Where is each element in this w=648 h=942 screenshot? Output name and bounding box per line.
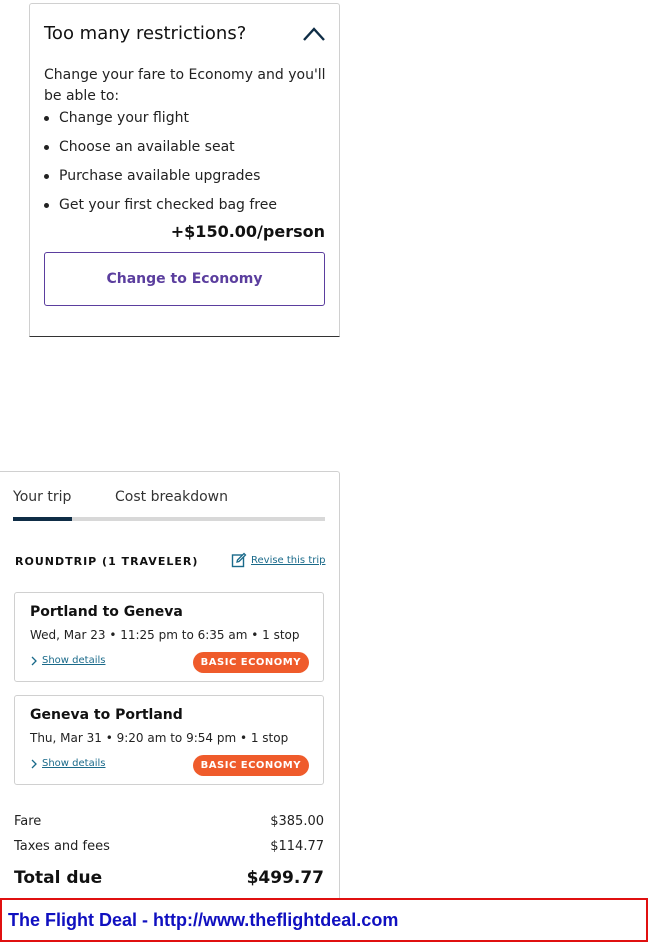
tab-active-indicator <box>13 517 72 521</box>
list-item: Get your first checked bag free <box>44 195 334 224</box>
fare-label: Fare <box>14 814 42 829</box>
flight-card-outbound: Portland to Geneva Wed, Mar 23 • 11:25 p… <box>14 592 324 682</box>
list-item: Choose an available seat <box>44 137 334 166</box>
total-value: $499.77 <box>246 868 324 888</box>
show-details-label[interactable]: Show details <box>42 655 105 666</box>
change-to-economy-button[interactable]: Change to Economy <box>44 252 325 306</box>
fare-class-badge: BASIC ECONOMY <box>192 755 309 776</box>
flight-details: Wed, Mar 23 • 11:25 pm to 6:35 am • 1 st… <box>30 628 300 642</box>
restrictions-title: Too many restrictions? <box>44 23 247 44</box>
taxes-row: Taxes and fees $114.77 <box>14 839 324 854</box>
fare-row: Fare $385.00 <box>14 814 324 829</box>
show-details-link[interactable]: Show details <box>30 758 105 769</box>
footer-text: The Flight Deal - http://www.theflightde… <box>8 909 399 930</box>
chevron-up-icon[interactable] <box>302 24 326 44</box>
show-details-label[interactable]: Show details <box>42 758 105 769</box>
list-item: Purchase available upgrades <box>44 166 334 195</box>
revise-trip-link[interactable]: Revise this trip <box>231 552 325 568</box>
chevron-right-icon <box>31 656 37 665</box>
flight-route: Portland to Geneva <box>30 604 183 620</box>
trip-heading: ROUNDTRIP (1 TRAVELER) <box>15 555 199 568</box>
upgrade-price: +$150.00/person <box>170 222 325 241</box>
taxes-label: Taxes and fees <box>14 839 110 854</box>
trip-summary-card: Your trip Cost breakdown ROUNDTRIP (1 TR… <box>0 471 340 901</box>
list-item: Change your flight <box>44 108 334 137</box>
edit-icon <box>231 552 247 568</box>
revise-trip-label[interactable]: Revise this trip <box>251 555 325 566</box>
fare-class-badge: BASIC ECONOMY <box>192 652 309 673</box>
tab-underline-track <box>13 517 325 521</box>
footer-banner: The Flight Deal - http://www.theflightde… <box>0 898 648 942</box>
flight-route: Geneva to Portland <box>30 707 183 723</box>
restrictions-intro: Change your fare to Economy and you'll b… <box>44 67 326 104</box>
restrictions-card: Too many restrictions? Change your fare … <box>29 3 340 337</box>
total-row: Total due $499.77 <box>14 868 324 888</box>
chevron-right-icon <box>31 759 37 768</box>
benefits-list: Change your flight Choose an available s… <box>44 108 334 224</box>
flight-details: Thu, Mar 31 • 9:20 am to 9:54 pm • 1 sto… <box>30 731 289 745</box>
show-details-link[interactable]: Show details <box>30 655 105 666</box>
flight-card-return: Geneva to Portland Thu, Mar 31 • 9:20 am… <box>14 695 324 785</box>
fare-value: $385.00 <box>270 814 324 829</box>
tab-cost-breakdown[interactable]: Cost breakdown <box>115 489 228 505</box>
total-label: Total due <box>14 868 103 888</box>
taxes-value: $114.77 <box>270 839 324 854</box>
tab-your-trip[interactable]: Your trip <box>13 489 71 505</box>
